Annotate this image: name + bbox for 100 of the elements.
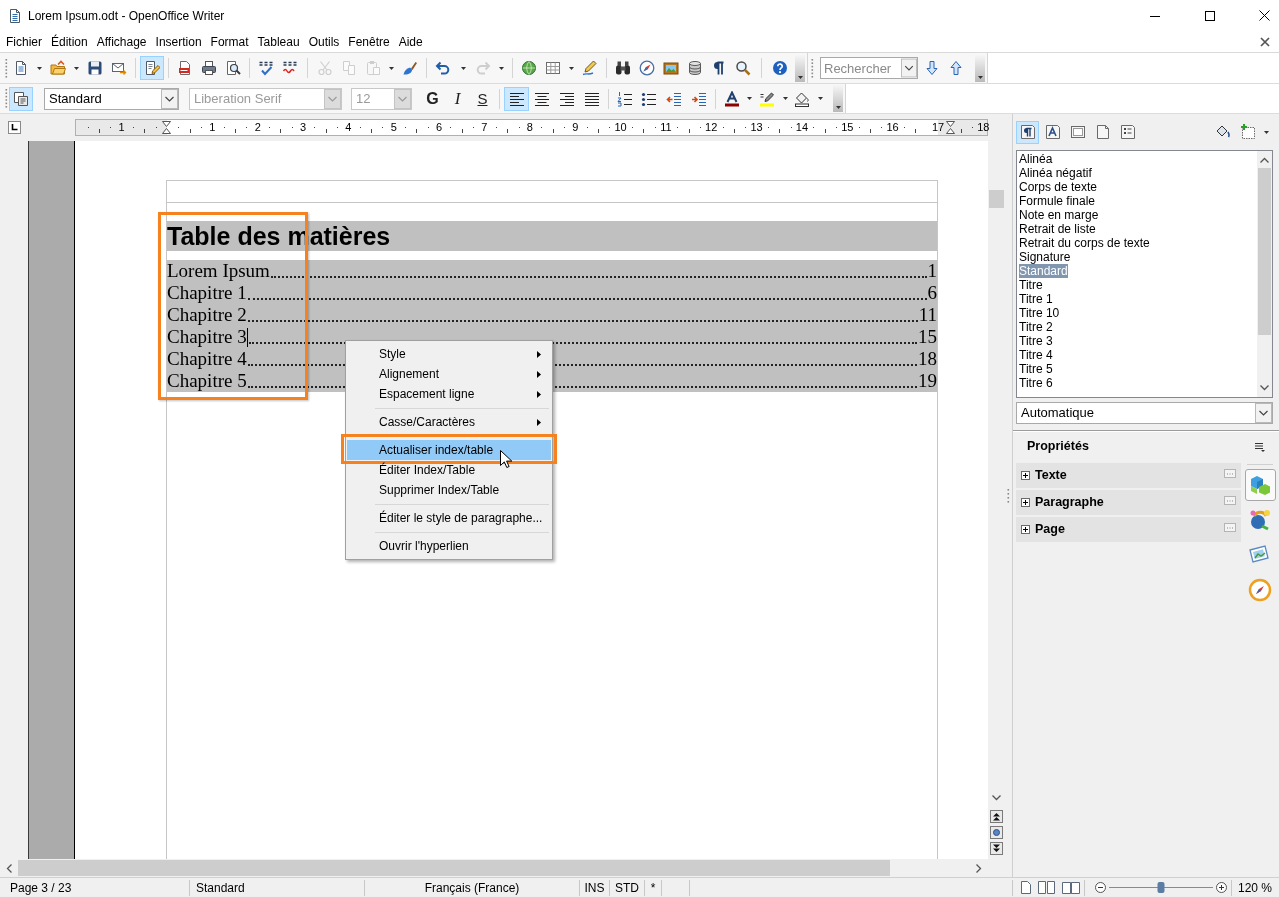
properties-tab[interactable] [1244,469,1276,501]
expand-icon[interactable] [1021,471,1030,480]
menu-item[interactable]: Supprimer Index/Table [347,480,551,500]
menu-item[interactable]: Espacement ligne [347,384,551,404]
modified-indicator: * [650,879,656,897]
filter-combobox[interactable]: Automatique [1016,402,1273,424]
copy-icon [341,60,357,76]
menu-item[interactable]: Fenêtre [344,31,394,52]
style-list-item[interactable]: Signature [1019,250,1071,264]
style-list-item[interactable]: Titre 1 [1019,292,1053,306]
page-plus-icon [1238,123,1257,141]
horizontal-scrollbar[interactable] [0,859,988,877]
menu-item[interactable]: Alignement [347,364,551,384]
style-list-item[interactable]: Titre 10 [1019,306,1060,320]
mouse-pointer-icon [500,450,512,469]
chevron-down-icon[interactable] [1260,385,1269,391]
tab-stop-icon[interactable] [8,121,21,134]
style-list-item[interactable]: Alinéa [1019,152,1053,166]
previous-page-icon[interactable] [990,810,1003,823]
style-list-item[interactable]: Titre 5 [1019,362,1053,376]
single-page-icon[interactable] [1020,881,1032,894]
chevron-left-icon[interactable] [6,863,12,873]
menu-item[interactable]: Fichier [2,31,46,52]
toolbar-handle-icon[interactable] [811,58,814,78]
paragraph-styles-tab[interactable] [1016,120,1039,144]
align-left-button[interactable] [504,86,529,111]
scrollbar-thumb[interactable] [18,860,890,876]
italic-button[interactable]: I [445,86,470,111]
close-document-button[interactable] [1258,34,1272,49]
menu-item[interactable]: Style [347,344,551,364]
toolbar-overflow-button[interactable] [833,85,843,112]
chevron-down-icon [161,88,178,109]
next-page-icon[interactable] [990,842,1003,855]
navigation-icon[interactable] [990,826,1003,839]
toolbar-overflow-button[interactable] [975,54,985,82]
zoom-level[interactable]: 120 % [1238,878,1273,897]
underline-button[interactable]: S [470,86,495,111]
align-left-icon [508,90,525,107]
open-book-icon[interactable] [1062,881,1080,894]
style-list-item[interactable]: Titre 3 [1019,334,1053,348]
scrollbar-thumb[interactable] [989,190,1004,208]
scrollbar-thumb[interactable] [1258,168,1271,335]
selection-mode[interactable]: STD [615,878,639,897]
toolbar-overflow-button[interactable] [795,54,805,82]
section-header[interactable]: Paragraphe [1016,490,1241,515]
insert-mode[interactable]: INS [584,878,605,897]
ruler-number: 1 [118,121,125,134]
menu-item[interactable]: Aide [394,31,427,52]
chevron-down-icon [394,88,411,109]
spellcheck-icon [258,60,274,76]
chevron-down-icon[interactable] [992,795,1001,801]
menu-item[interactable]: Éditer Index/Table [347,460,551,480]
style-list-item[interactable]: Retrait de liste [1019,222,1096,236]
style-list-item[interactable]: Formule finale [1019,194,1096,208]
style-list-item[interactable]: Alinéa négatif [1019,166,1092,180]
toolbar-handle-icon[interactable] [5,58,8,78]
menu-item[interactable]: Ouvrir l'hyperlien [347,536,551,556]
indent-marker-icon[interactable] [162,121,171,134]
language[interactable]: Français (France) [424,878,520,897]
menu-item[interactable]: Casse/Caractères [347,412,551,432]
indent-marker-icon[interactable] [946,121,955,134]
slider-thumb[interactable] [1157,882,1165,893]
menu-item[interactable]: Éditer le style de paragraphe... [347,508,551,528]
style-list-item[interactable]: Corps de texte [1019,180,1098,194]
style-list-item[interactable]: Note en marge [1019,208,1099,222]
menu-item[interactable]: Affichage [92,31,151,52]
table-icon [545,60,561,76]
toc-entry: Lorem Ipsum [167,260,270,282]
style-list-item[interactable]: Titre 2 [1019,320,1053,334]
zoom-out-icon[interactable] [1095,882,1106,893]
section-header[interactable]: Page [1016,517,1241,542]
menu-icon[interactable] [1255,442,1265,452]
menu-item[interactable]: Outils [304,31,344,52]
paragraph-style-combobox[interactable]: Standard [44,87,179,110]
style-list-item[interactable]: Titre [1019,278,1043,292]
toolbar-handle-icon[interactable] [5,89,8,108]
toc-entry: Chapitre 4 [167,348,247,370]
style-list-item[interactable]: Titre 6 [1019,376,1053,390]
zoom-in-icon[interactable] [1216,882,1227,893]
chevron-right-icon[interactable] [976,863,982,873]
menu-item[interactable]: Insertion [151,31,206,52]
caret-icon [817,97,823,100]
menu-item[interactable]: Actualiser index/table [347,440,551,460]
styles-window-button[interactable] [9,86,33,111]
expand-icon[interactable] [1021,525,1030,534]
menu-item[interactable]: Format [206,31,253,52]
two-pages-icon[interactable] [1038,881,1056,894]
style-list-item[interactable]: Titre 4 [1019,348,1053,362]
edit-file-button[interactable] [140,56,164,80]
chevron-up-icon[interactable] [1260,157,1269,163]
splitter-handle-icon[interactable] [1007,488,1010,503]
menu-item[interactable]: Tableau [253,31,304,52]
bold-button[interactable]: G [420,86,445,111]
caret-icon [797,75,803,79]
ruler-number: 8 [526,121,533,134]
style-list-item[interactable]: Retrait du corps de texte [1019,236,1150,250]
menu-item[interactable]: Édition [47,31,92,52]
section-header[interactable]: Texte [1016,463,1241,488]
expand-icon[interactable] [1021,498,1030,507]
list-scrollbar[interactable] [1257,151,1272,397]
